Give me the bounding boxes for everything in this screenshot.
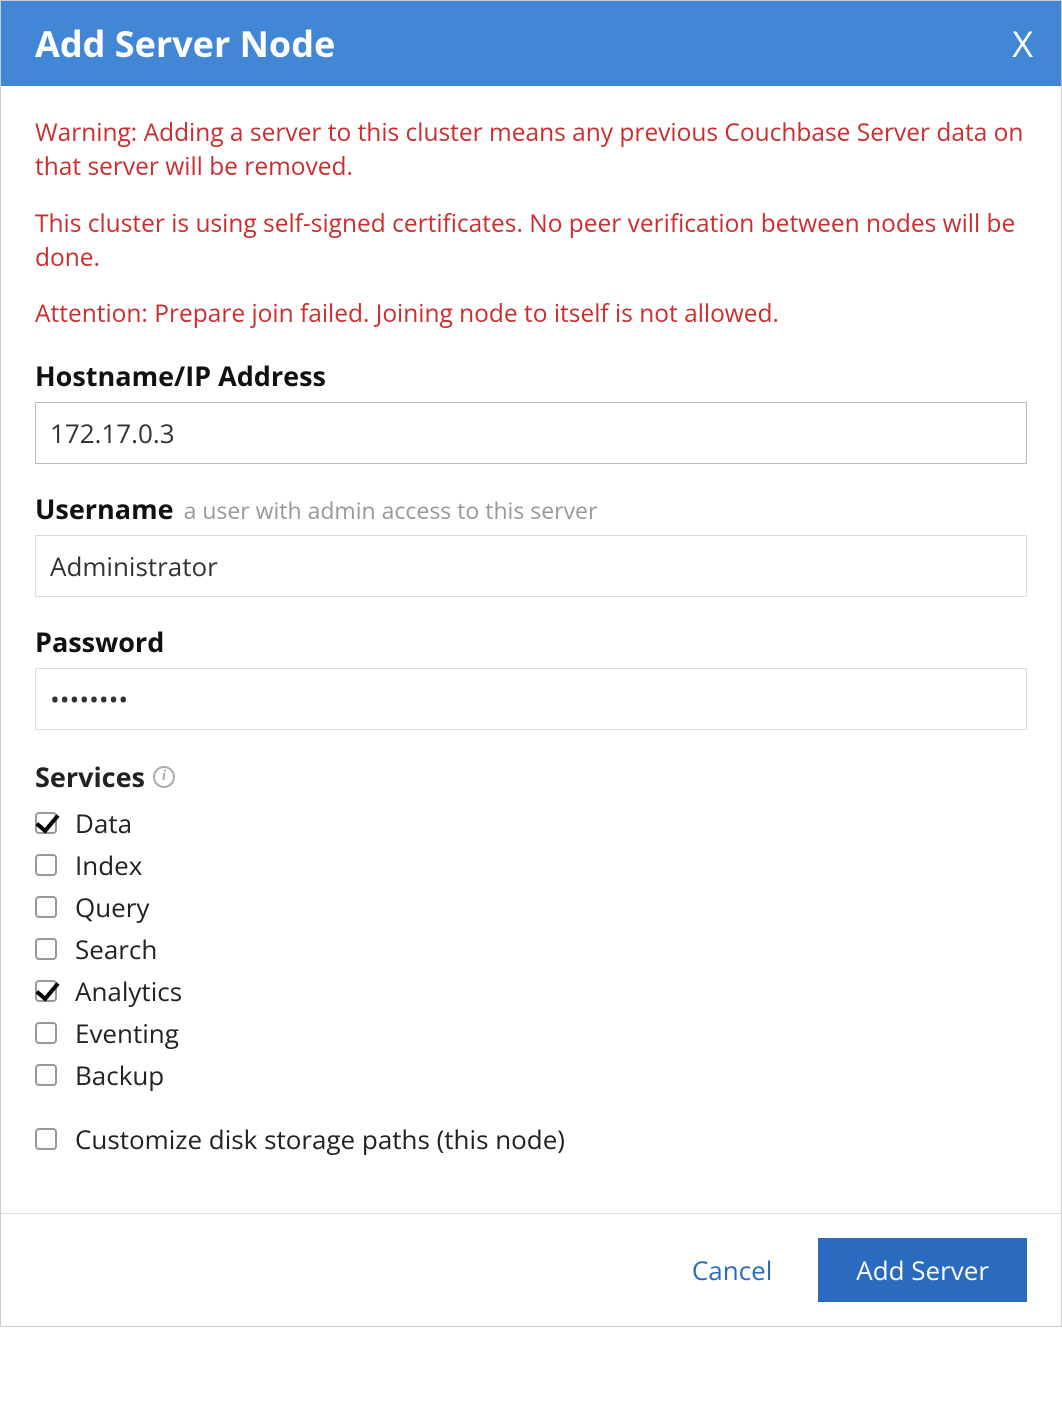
checkbox-customize-paths[interactable]: [35, 1128, 57, 1150]
service-row-search: Search: [35, 931, 1027, 967]
service-label-index: Index: [75, 847, 142, 883]
checkbox-eventing[interactable]: [35, 1022, 57, 1044]
service-row-query: Query: [35, 889, 1027, 925]
service-label-eventing: Eventing: [75, 1015, 179, 1051]
cancel-button[interactable]: Cancel: [686, 1251, 778, 1289]
checkbox-backup[interactable]: [35, 1064, 57, 1086]
username-input[interactable]: [35, 535, 1027, 597]
services-label: Services: [35, 758, 145, 795]
service-label-query: Query: [75, 889, 149, 925]
service-row-data: Data: [35, 805, 1027, 841]
warning-self-signed: This cluster is using self-signed certif…: [35, 207, 1027, 276]
dialog-header: Add Server Node X: [1, 1, 1061, 86]
service-label-data: Data: [75, 805, 132, 841]
warning-data-removed: Warning: Adding a server to this cluster…: [35, 116, 1027, 185]
username-label: Username: [35, 490, 174, 527]
username-hint: a user with admin access to this server: [184, 494, 598, 526]
add-server-dialog: Add Server Node X Warning: Adding a serv…: [0, 0, 1062, 1327]
service-label-backup: Backup: [75, 1057, 164, 1093]
customize-label: Customize disk storage paths (this node): [75, 1121, 565, 1157]
password-label: Password: [35, 623, 1027, 660]
dialog-body: Warning: Adding a server to this cluster…: [1, 86, 1061, 1173]
dialog-title: Add Server Node: [35, 19, 335, 68]
hostname-label: Hostname/IP Address: [35, 357, 1027, 394]
add-server-button[interactable]: Add Server: [818, 1238, 1027, 1302]
close-icon[interactable]: X: [1012, 26, 1033, 62]
service-row-index: Index: [35, 847, 1027, 883]
password-input[interactable]: [35, 668, 1027, 730]
services-label-row: Services i: [35, 758, 1027, 795]
checkbox-data[interactable]: [35, 812, 57, 834]
dialog-footer: Cancel Add Server: [1, 1213, 1061, 1326]
info-icon[interactable]: i: [153, 766, 175, 788]
warning-join-failed: Attention: Prepare join failed. Joining …: [35, 297, 1027, 331]
service-row-backup: Backup: [35, 1057, 1027, 1093]
hostname-input[interactable]: [35, 402, 1027, 464]
service-label-analytics: Analytics: [75, 973, 182, 1009]
checkbox-index[interactable]: [35, 854, 57, 876]
service-row-analytics: Analytics: [35, 973, 1027, 1009]
username-label-row: Username a user with admin access to thi…: [35, 490, 1027, 527]
checkbox-query[interactable]: [35, 896, 57, 918]
checkbox-analytics[interactable]: [35, 980, 57, 1002]
customize-row: Customize disk storage paths (this node): [35, 1121, 1027, 1157]
service-label-search: Search: [75, 931, 157, 967]
service-row-eventing: Eventing: [35, 1015, 1027, 1051]
checkbox-search[interactable]: [35, 938, 57, 960]
